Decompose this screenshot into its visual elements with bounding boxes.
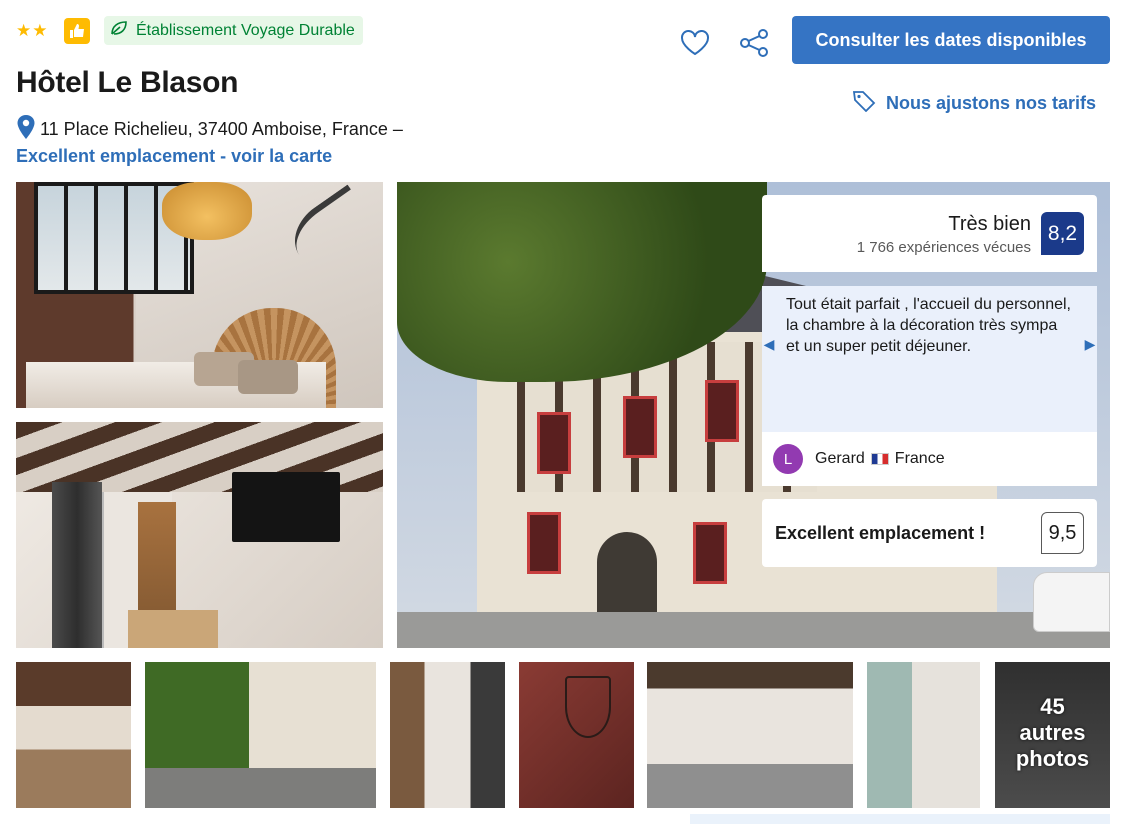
location-score: 9,5 bbox=[1041, 512, 1084, 554]
star-icon: ★ bbox=[16, 21, 32, 40]
map-link[interactable]: Excellent emplacement - voir la carte bbox=[16, 146, 332, 167]
thumbnail-photo[interactable] bbox=[145, 662, 376, 808]
thumbs-up-icon[interactable] bbox=[64, 18, 90, 44]
chevron-left-icon: ◀ bbox=[763, 335, 775, 352]
tag-icon bbox=[852, 90, 876, 117]
reviewer-country: France bbox=[894, 450, 945, 467]
hotel-title: Hôtel Le Blason bbox=[16, 66, 239, 99]
sustainability-label: Établissement Voyage Durable bbox=[136, 21, 355, 39]
check-availability-button[interactable]: Consulter les dates disponibles bbox=[792, 16, 1110, 64]
reviewer-name: Gerard bbox=[815, 450, 865, 467]
thumbnail-photo[interactable] bbox=[647, 662, 853, 808]
thumbnail-photo[interactable] bbox=[390, 662, 505, 808]
price-match-link[interactable]: Nous ajustons nos tarifs bbox=[852, 90, 1096, 117]
price-match-label: Nous ajustons nos tarifs bbox=[886, 93, 1097, 113]
thumbnail-photo[interactable] bbox=[519, 662, 634, 808]
more-photos-label: photos bbox=[1015, 746, 1090, 771]
review-text: Tout était parfait , l'accueil du person… bbox=[786, 296, 1071, 355]
address: 11 Place Richelieu, 37400 Amboise, Franc… bbox=[16, 114, 403, 145]
more-photos-button[interactable]: 45 autres photos bbox=[995, 662, 1110, 808]
guest-review-card: ◀ Tout était parfait , l'accueil du pers… bbox=[762, 286, 1097, 486]
photo-room-tv[interactable] bbox=[16, 422, 383, 648]
thumbnail-photo[interactable] bbox=[16, 662, 131, 808]
chevron-right-icon: ▶ bbox=[1084, 335, 1096, 352]
favorite-button[interactable] bbox=[676, 24, 714, 62]
star-icon: ★ bbox=[32, 21, 48, 40]
leaf-icon bbox=[110, 20, 128, 41]
map-pin-icon bbox=[16, 114, 36, 145]
rating-summary[interactable]: Très bien 1 766 expériences vécues 8,2 bbox=[762, 195, 1097, 272]
star-rating: ★ ★ bbox=[16, 22, 48, 40]
avatar: L bbox=[773, 444, 803, 474]
next-review-button[interactable]: ▶ bbox=[1083, 330, 1097, 358]
bottom-divider bbox=[690, 814, 1110, 824]
review-count: 1 766 expériences vécues bbox=[856, 239, 1031, 256]
previous-review-button[interactable]: ◀ bbox=[762, 330, 776, 358]
rating-word: Très bien bbox=[948, 213, 1031, 235]
reviewer-info: Gerard France bbox=[815, 450, 945, 468]
more-photos-count: 45 bbox=[1040, 694, 1065, 719]
photo-bedroom[interactable] bbox=[16, 182, 383, 408]
more-photos-label: autres bbox=[1019, 720, 1086, 745]
sustainability-badge[interactable]: Établissement Voyage Durable bbox=[104, 16, 363, 45]
score-badge: 8,2 bbox=[1041, 212, 1084, 255]
location-score-card[interactable]: Excellent emplacement ! 9,5 bbox=[762, 499, 1097, 567]
thumbnail-photo[interactable] bbox=[867, 662, 980, 808]
heart-icon bbox=[681, 30, 709, 56]
france-flag-icon bbox=[870, 453, 889, 465]
share-button[interactable] bbox=[734, 24, 774, 62]
location-label: Excellent emplacement ! bbox=[775, 523, 986, 543]
address-text: 11 Place Richelieu, 37400 Amboise, Franc… bbox=[40, 119, 403, 139]
share-icon bbox=[740, 29, 768, 57]
